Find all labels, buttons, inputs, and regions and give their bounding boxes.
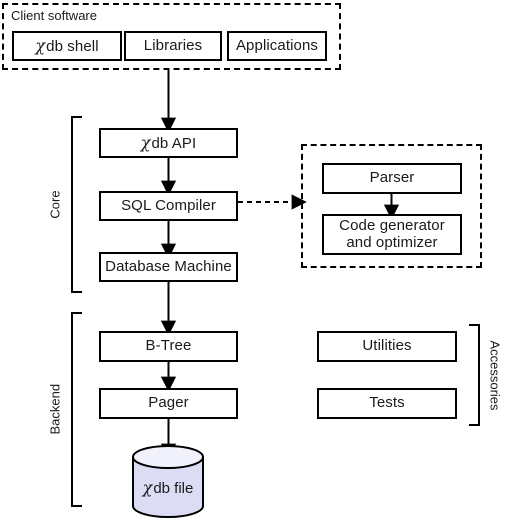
- node-tests[interactable]: Tests: [317, 388, 457, 419]
- node-xdb-file-label: χdb file: [142, 478, 194, 497]
- architecture-diagram: Client software χdb shell Libraries Appl…: [0, 0, 516, 524]
- node-database-machine[interactable]: Database Machine: [99, 252, 238, 282]
- accessories-bracket: [469, 324, 480, 426]
- node-libraries[interactable]: Libraries: [124, 31, 222, 61]
- node-tests-label: Tests: [369, 394, 405, 412]
- node-sql-compiler-label: SQL Compiler: [121, 196, 216, 214]
- chi-glyph: χ: [140, 132, 151, 152]
- node-applications[interactable]: Applications: [227, 31, 327, 61]
- core-group-label: Core: [47, 190, 63, 219]
- node-libraries-label: Libraries: [143, 36, 203, 54]
- node-code-generator-and-optimizer-label: Code generator and optimizer: [339, 216, 445, 251]
- node-utilities[interactable]: Utilities: [317, 331, 457, 362]
- backend-bracket: [71, 312, 82, 507]
- node-applications-label: Applications: [235, 36, 319, 54]
- node-b-tree-label: B-Tree: [145, 337, 192, 355]
- chi-glyph: χ: [142, 478, 153, 497]
- client-software-group-label: Client software: [11, 8, 97, 23]
- node-xdb-api[interactable]: χdb API: [99, 128, 238, 158]
- node-pager[interactable]: Pager: [99, 388, 238, 419]
- node-parser-label: Parser: [369, 169, 415, 187]
- node-parser[interactable]: Parser: [322, 163, 462, 194]
- node-database-machine-label: Database Machine: [105, 257, 232, 275]
- node-b-tree[interactable]: B-Tree: [99, 331, 238, 362]
- backend-group-label: Backend: [47, 383, 63, 435]
- node-sql-compiler[interactable]: SQL Compiler: [99, 191, 238, 221]
- node-code-generator-and-optimizer[interactable]: Code generator and optimizer: [322, 214, 462, 255]
- core-bracket: [71, 116, 82, 293]
- node-xdb-shell[interactable]: χdb shell: [12, 31, 122, 61]
- node-utilities-label: Utilities: [362, 337, 412, 355]
- chi-glyph: χ: [35, 35, 46, 55]
- node-xdb-api-label: χdb API: [140, 132, 197, 152]
- node-pager-label: Pager: [148, 394, 189, 412]
- accessories-group-label: Accessories: [487, 340, 503, 411]
- node-xdb-shell-label: χdb shell: [35, 35, 99, 55]
